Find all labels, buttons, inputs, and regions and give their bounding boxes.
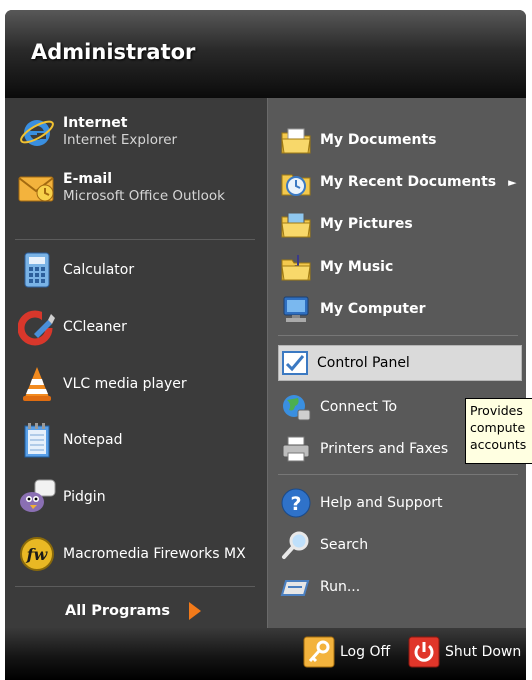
pidgin-icon xyxy=(17,477,57,517)
program-vlc[interactable]: VLC media player xyxy=(17,364,187,404)
pinned-separator xyxy=(15,239,255,240)
search-icon xyxy=(278,525,314,565)
program-notepad[interactable]: Notepad xyxy=(17,420,123,460)
place-help-and-support-label: Help and Support xyxy=(320,494,443,511)
places-separator-2 xyxy=(278,474,518,475)
right-panel: My Documents My Recent Documents ► My Pi… xyxy=(267,98,526,628)
program-vlc-label: VLC media player xyxy=(63,375,187,392)
notepad-icon xyxy=(17,420,57,460)
program-ccleaner[interactable]: CCleaner xyxy=(17,307,127,347)
recent-documents-icon xyxy=(278,162,314,202)
svg-text:fw: fw xyxy=(26,545,49,564)
program-pidgin-label: Pidgin xyxy=(63,488,106,505)
program-calculator-label: Calculator xyxy=(63,261,135,278)
ccleaner-icon xyxy=(17,307,57,347)
shut-down-button[interactable]: Shut Down xyxy=(408,636,521,668)
pinned-email-title: E-mail xyxy=(63,171,113,187)
program-notepad-label: Notepad xyxy=(63,431,123,448)
place-my-recent-documents[interactable]: My Recent Documents ► xyxy=(278,162,517,202)
pinned-email-subtitle: Microsoft Office Outlook xyxy=(63,188,225,204)
tooltip-line-2: compute xyxy=(470,420,526,435)
place-my-music-label: My Music xyxy=(320,258,394,275)
my-music-icon xyxy=(278,247,314,287)
pinned-internet-subtitle: Internet Explorer xyxy=(63,132,178,148)
help-icon: ? xyxy=(278,483,314,523)
places-separator-1 xyxy=(278,335,518,336)
place-my-pictures[interactable]: My Pictures xyxy=(278,204,413,244)
place-search-label: Search xyxy=(320,536,369,553)
submenu-arrow-icon: ► xyxy=(508,175,517,189)
place-connect-to-label: Connect To xyxy=(320,398,398,415)
my-pictures-icon xyxy=(278,204,314,244)
pinned-internet[interactable]: Internet Internet Explorer xyxy=(17,112,177,152)
tooltip-line-3: accounts xyxy=(470,437,527,452)
place-my-computer-label: My Computer xyxy=(320,300,426,317)
connect-to-icon xyxy=(278,387,314,427)
control-panel-tooltip: Provides compute accounts xyxy=(465,398,532,464)
place-my-documents[interactable]: My Documents xyxy=(278,120,437,160)
my-documents-icon xyxy=(278,120,314,160)
power-icon xyxy=(408,636,440,668)
all-programs-button[interactable]: All Programs xyxy=(65,596,202,626)
vlc-icon xyxy=(17,364,57,404)
place-my-music[interactable]: My Music xyxy=(278,247,393,287)
place-run-label: Run... xyxy=(320,578,361,595)
start-menu: Administrator Internet Internet Explorer… xyxy=(5,10,526,680)
program-fireworks-label: Macromedia Fireworks MX xyxy=(63,545,246,562)
fireworks-icon: fw xyxy=(17,534,57,574)
log-off-button[interactable]: Log Off xyxy=(303,636,390,668)
program-fireworks[interactable]: fw Macromedia Fireworks MX xyxy=(17,534,246,574)
pinned-internet-title: Internet xyxy=(63,115,128,131)
place-help-and-support[interactable]: ? Help and Support xyxy=(278,483,443,523)
outlook-icon xyxy=(17,168,57,208)
all-programs-arrow-icon xyxy=(188,601,202,621)
program-calculator[interactable]: Calculator xyxy=(17,250,134,290)
left-panel: Internet Internet Explorer E-mail Micros… xyxy=(5,98,267,628)
place-run[interactable]: Run... xyxy=(278,567,360,607)
svg-text:?: ? xyxy=(290,493,301,515)
printer-icon xyxy=(278,429,314,469)
control-panel-icon xyxy=(279,346,311,380)
place-control-panel-label: Control Panel xyxy=(317,354,410,371)
log-off-label: Log Off xyxy=(340,644,391,660)
all-programs-separator xyxy=(15,586,255,587)
pinned-email-text: E-mail Microsoft Office Outlook xyxy=(63,171,225,205)
place-printers-and-faxes[interactable]: Printers and Faxes xyxy=(278,429,448,469)
user-name: Administrator xyxy=(31,40,196,64)
all-programs-label: All Programs xyxy=(65,603,171,619)
start-menu-footer: Log Off Shut Down xyxy=(5,628,526,680)
internet-explorer-icon xyxy=(17,112,57,152)
place-printers-and-faxes-label: Printers and Faxes xyxy=(320,440,449,457)
shut-down-label: Shut Down xyxy=(445,644,522,660)
place-search[interactable]: Search xyxy=(278,525,368,565)
tooltip-line-1: Provides xyxy=(470,403,523,418)
place-my-documents-label: My Documents xyxy=(320,131,437,148)
program-pidgin[interactable]: Pidgin xyxy=(17,477,106,517)
place-my-computer[interactable]: My Computer xyxy=(278,289,426,329)
place-control-panel[interactable]: Control Panel xyxy=(278,345,522,381)
run-icon xyxy=(278,567,314,607)
pinned-email[interactable]: E-mail Microsoft Office Outlook xyxy=(17,168,225,208)
calculator-icon xyxy=(17,250,57,290)
place-my-pictures-label: My Pictures xyxy=(320,215,413,232)
pinned-internet-text: Internet Internet Explorer xyxy=(63,115,177,149)
place-my-recent-documents-label: My Recent Documents xyxy=(320,173,497,190)
my-computer-icon xyxy=(278,289,314,329)
key-icon xyxy=(303,636,335,668)
start-menu-header: Administrator xyxy=(5,10,526,98)
program-ccleaner-label: CCleaner xyxy=(63,318,127,335)
